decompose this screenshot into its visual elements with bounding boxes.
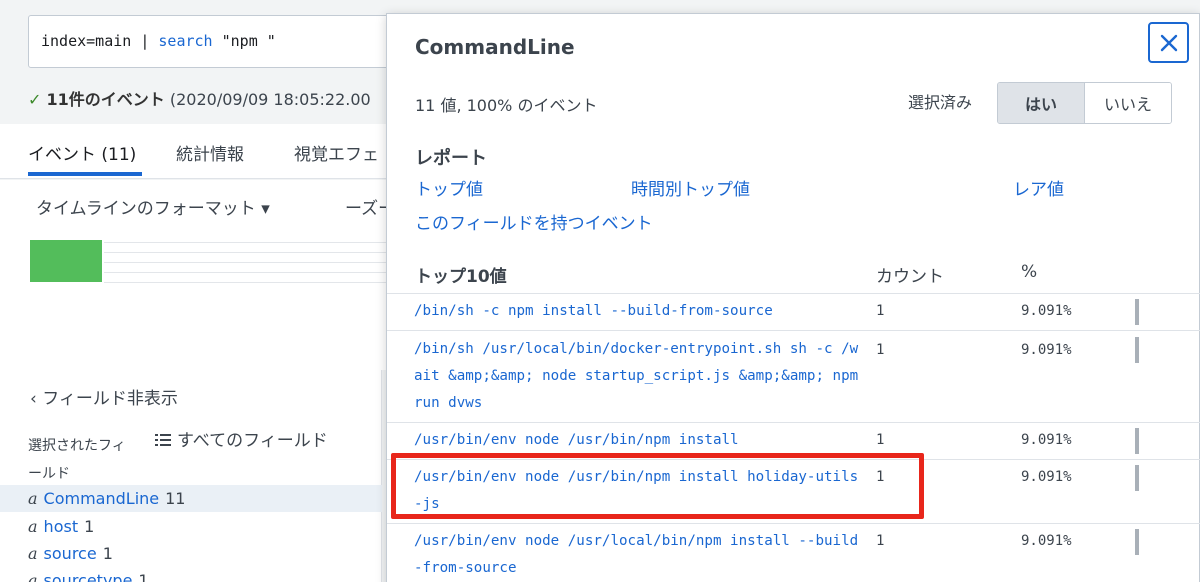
field-count: 11 [165, 489, 186, 508]
table-row: /usr/bin/env node /usr/local/bin/npm ins… [387, 523, 1200, 582]
time-range: (2020/09/09 18:05:22.00 [169, 90, 371, 109]
no-button[interactable]: いいえ [1085, 83, 1171, 123]
row-percent: 9.091% [1021, 533, 1072, 549]
row-percent-bar [1135, 428, 1139, 454]
column-header-value: トップ10値 [415, 267, 507, 287]
list-icon [155, 434, 171, 446]
row-count: 1 [876, 303, 885, 319]
table-row: /usr/bin/env node /usr/bin/npm install 1… [387, 422, 1200, 459]
row-value-link[interactable]: /bin/sh -c npm install --build-from-sour… [414, 298, 864, 325]
tab-visualization[interactable]: 視覚エフェ [294, 140, 379, 165]
search-input[interactable]: index=main | search "npm " [28, 15, 428, 68]
timeline-gridline [104, 252, 394, 253]
search-prefix: index=main | [41, 32, 159, 50]
field-count: 1 [84, 517, 95, 536]
row-percent-bar [1135, 529, 1139, 555]
timeline-gridline [104, 242, 394, 243]
field-item-commandline[interactable]: a CommandLine 11 [0, 485, 382, 512]
row-count: 1 [876, 469, 885, 485]
timeline-bar[interactable] [30, 240, 102, 282]
field-item-sourcetype[interactable]: a sourcetype 1 [0, 567, 382, 582]
yes-button[interactable]: はい [998, 83, 1085, 123]
row-count: 1 [876, 432, 885, 448]
field-summary-popup: CommandLine 11 値, 100% のイベント 選択済み はい いいえ… [386, 13, 1200, 582]
row-percent: 9.091% [1021, 342, 1072, 358]
string-type-icon: a [28, 489, 38, 508]
timeline-gridline [104, 272, 394, 273]
all-fields-label: すべてのフィールド [177, 431, 328, 451]
row-value-link[interactable]: /usr/bin/env node /usr/bin/npm install h… [414, 464, 864, 518]
timeline-format-dropdown[interactable]: タイムラインのフォーマット ▾ [36, 194, 270, 219]
row-percent: 9.091% [1021, 469, 1072, 485]
timeline-gridline [104, 282, 394, 283]
field-name: host [43, 517, 79, 536]
row-count: 1 [876, 342, 885, 358]
table-row: /bin/sh /usr/local/bin/docker-entrypoint… [387, 330, 1200, 422]
top-values-by-time-link[interactable]: 時間別トップ値 [631, 175, 750, 200]
fields-sidebar: ‹ フィールド非表示 選択されたフィールド すべてのフィールド a Command… [0, 370, 382, 582]
timeline-gridline [104, 262, 394, 263]
row-percent: 9.091% [1021, 432, 1072, 448]
selected-label: 選択済み [908, 93, 973, 112]
selected-fields-label: 選択されたフィールド [28, 438, 126, 482]
report-heading: レポート [415, 148, 487, 169]
search-keyword: search [158, 32, 213, 50]
close-icon [1160, 34, 1178, 52]
field-item-source[interactable]: a source 1 [0, 540, 382, 567]
column-header-percent: % [1021, 262, 1038, 282]
value-summary: 11 値, 100% のイベント [415, 96, 598, 115]
tab-events[interactable]: イベント (11) [28, 140, 143, 176]
field-name: source [43, 544, 97, 563]
popup-title: CommandLine [415, 35, 575, 59]
row-percent: 9.091% [1021, 303, 1072, 319]
rare-values-link[interactable]: レア値 [1013, 175, 1064, 200]
events-with-field-link[interactable]: このフィールドを持つイベント [415, 209, 653, 234]
field-name: sourcetype [43, 571, 133, 582]
close-button[interactable] [1148, 22, 1189, 63]
row-percent-bar [1135, 465, 1139, 491]
table-row: /usr/bin/env node /usr/bin/npm install h… [387, 459, 1200, 523]
all-fields-button[interactable]: すべてのフィールド [155, 426, 328, 451]
field-name: CommandLine [43, 489, 160, 508]
top-values-link[interactable]: トップ値 [415, 175, 483, 200]
string-type-icon: a [28, 571, 38, 582]
search-suffix: "npm " [212, 32, 276, 50]
row-value-link[interactable]: /bin/sh /usr/local/bin/docker-entrypoint… [414, 336, 864, 417]
selected-toggle: はい いいえ [997, 82, 1172, 124]
string-type-icon: a [28, 517, 38, 536]
tab-statistics[interactable]: 統計情報 [176, 140, 244, 165]
row-count: 1 [876, 533, 885, 549]
row-percent-bar [1135, 299, 1139, 325]
field-count: 1 [102, 544, 113, 563]
row-value-link[interactable]: /usr/bin/env node /usr/bin/npm install [414, 427, 864, 454]
string-type-icon: a [28, 544, 38, 563]
table-row: /bin/sh -c npm install --build-from-sour… [387, 293, 1200, 330]
row-percent-bar [1135, 337, 1139, 363]
row-value-link[interactable]: /usr/bin/env node /usr/local/bin/npm ins… [414, 528, 864, 582]
field-item-host[interactable]: a host 1 [0, 513, 382, 540]
field-count: 1 [138, 571, 149, 582]
column-header-count: カウント [876, 267, 944, 287]
job-status: ✓ 11件のイベント (2020/09/09 18:05:22.00 [28, 86, 371, 110]
check-icon: ✓ [28, 90, 42, 109]
event-count: 11件のイベント [46, 90, 165, 109]
hide-fields-link[interactable]: ‹ フィールド非表示 [30, 384, 178, 409]
